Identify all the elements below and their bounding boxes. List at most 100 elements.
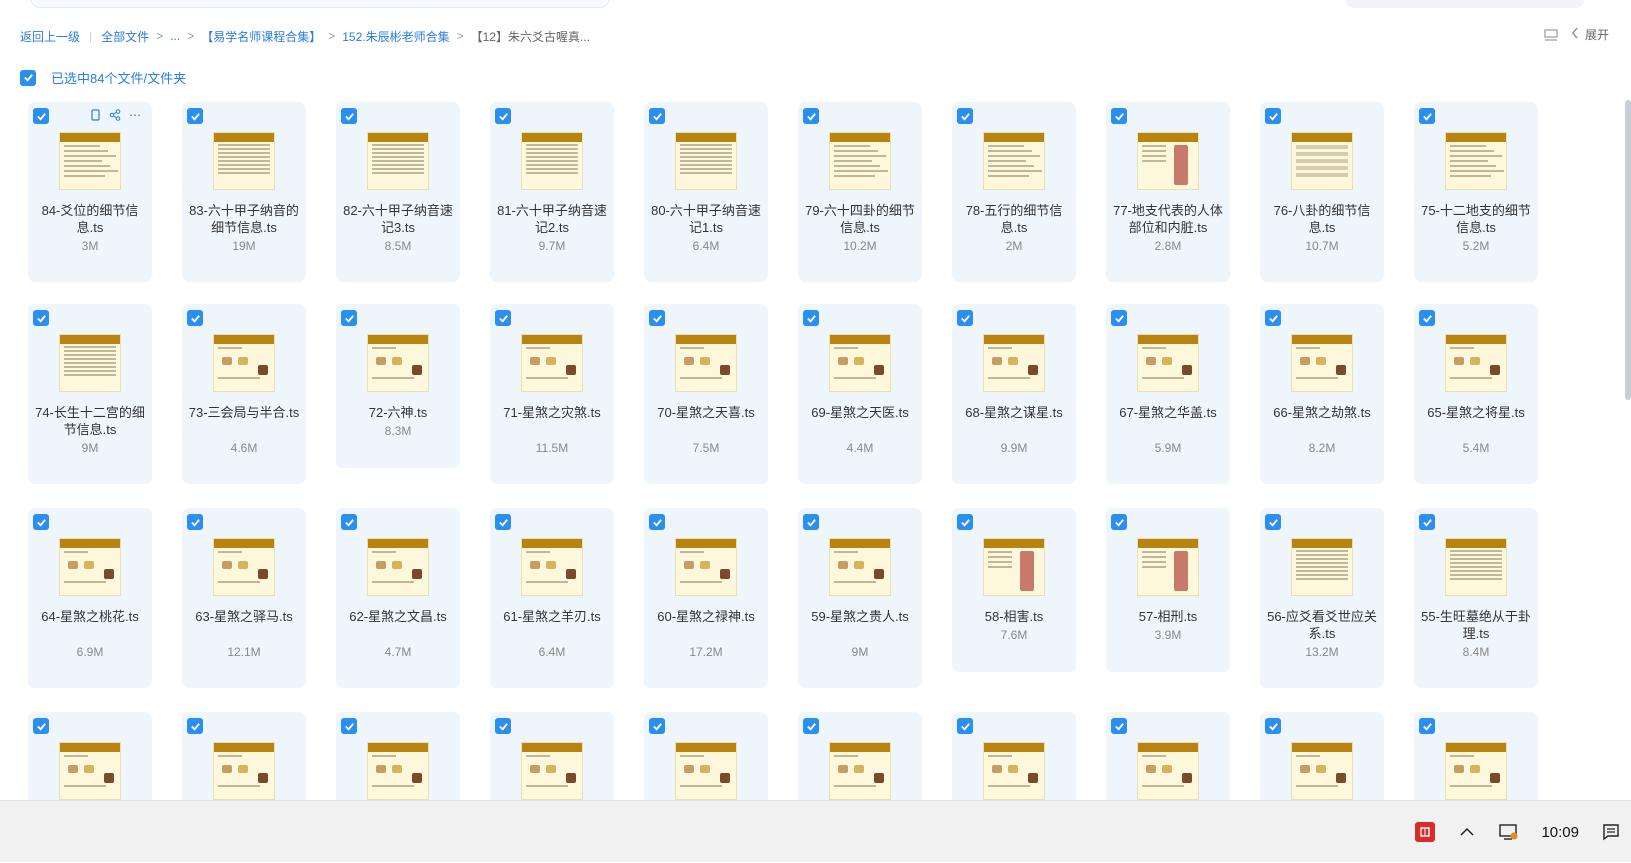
file-card[interactable]: 65-星煞之将星.ts 5.4M <box>1414 304 1538 484</box>
file-checkbox[interactable] <box>649 108 665 124</box>
file-checkbox[interactable] <box>803 310 819 326</box>
file-card[interactable]: 76-八卦的细节信息.ts 10.7M <box>1260 102 1384 282</box>
display-mode-icon[interactable] <box>1543 27 1559 43</box>
file-card[interactable]: 64-星煞之桃花.ts 6.9M <box>28 508 152 688</box>
file-card[interactable]: 67-星煞之华盖.ts 5.9M <box>1106 304 1230 484</box>
file-checkbox[interactable] <box>33 108 49 124</box>
file-card[interactable]: 79-六十四卦的细节信息.ts 10.2M <box>798 102 922 282</box>
file-card[interactable] <box>182 712 306 800</box>
file-checkbox[interactable] <box>1419 718 1435 734</box>
crumb-level2[interactable]: 152.朱辰彬老师合集 <box>342 28 449 45</box>
search-remnant[interactable] <box>1345 0 1585 8</box>
file-checkbox[interactable] <box>957 108 973 124</box>
file-card[interactable]: 70-星煞之天喜.ts 7.5M <box>644 304 768 484</box>
file-name[interactable]: 73-三会局与半合.ts <box>188 404 300 421</box>
file-card[interactable]: 59-星煞之贵人.ts 9M <box>798 508 922 688</box>
file-checkbox[interactable] <box>341 514 357 530</box>
expand-button[interactable]: 展开 <box>1571 26 1609 43</box>
file-checkbox[interactable] <box>495 514 511 530</box>
file-card[interactable] <box>798 712 922 800</box>
file-checkbox[interactable] <box>495 108 511 124</box>
file-checkbox[interactable] <box>33 310 49 326</box>
file-name[interactable]: 72-六神.ts <box>342 404 454 421</box>
taskbar-clock[interactable]: 10:09 <box>1541 824 1579 841</box>
file-name[interactable]: 59-星煞之贵人.ts <box>804 608 916 625</box>
file-name[interactable]: 77-地支代表的人体部位和内脏.ts <box>1112 202 1224 236</box>
file-name[interactable]: 66-星煞之劫煞.ts <box>1266 404 1378 421</box>
file-card[interactable]: 73-三会局与半合.ts 4.6M <box>182 304 306 484</box>
file-checkbox[interactable] <box>187 718 203 734</box>
file-name[interactable]: 81-六十甲子纳音速记2.ts <box>496 202 608 236</box>
file-name[interactable]: 71-星煞之灾煞.ts <box>496 404 608 421</box>
file-card[interactable] <box>1260 712 1384 800</box>
file-checkbox[interactable] <box>495 310 511 326</box>
file-name[interactable]: 80-六十甲子纳音速记1.ts <box>650 202 762 236</box>
file-checkbox[interactable] <box>1265 310 1281 326</box>
file-card[interactable] <box>1106 712 1230 800</box>
file-checkbox[interactable] <box>341 718 357 734</box>
file-name[interactable]: 78-五行的细节信息.ts <box>958 202 1070 236</box>
file-checkbox[interactable] <box>187 108 203 124</box>
file-name[interactable]: 58-相害.ts <box>958 608 1070 625</box>
file-name[interactable]: 83-六十甲子纳音的细节信息.ts <box>188 202 300 236</box>
file-name[interactable]: 79-六十四卦的细节信息.ts <box>804 202 916 236</box>
file-card[interactable]: 83-六十甲子纳音的细节信息.ts 19M <box>182 102 306 282</box>
file-card[interactable]: 66-星煞之劫煞.ts 8.2M <box>1260 304 1384 484</box>
file-name[interactable]: 57-相刑.ts <box>1112 608 1224 625</box>
file-name[interactable]: 75-十二地支的细节信息.ts <box>1420 202 1532 236</box>
file-card[interactable]: 71-星煞之灾煞.ts 11.5M <box>490 304 614 484</box>
file-name[interactable]: 84-爻位的细节信息.ts <box>34 202 146 236</box>
file-card[interactable] <box>490 712 614 800</box>
file-card[interactable]: 57-相刑.ts 3.9M <box>1106 508 1230 672</box>
file-checkbox[interactable] <box>803 514 819 530</box>
file-checkbox[interactable] <box>1265 514 1281 530</box>
file-checkbox[interactable] <box>1419 310 1435 326</box>
select-all-checkbox[interactable] <box>20 69 36 86</box>
file-checkbox[interactable] <box>957 310 973 326</box>
file-name[interactable]: 82-六十甲子纳音速记3.ts <box>342 202 454 236</box>
app-tray-icon[interactable] <box>1415 822 1436 842</box>
more-icon[interactable]: ⋯ <box>128 108 142 122</box>
file-name[interactable]: 62-星煞之文昌.ts <box>342 608 454 625</box>
file-name[interactable]: 63-星煞之驿马.ts <box>188 608 300 625</box>
file-checkbox[interactable] <box>1419 108 1435 124</box>
file-card[interactable]: 77-地支代表的人体部位和内脏.ts 2.8M <box>1106 102 1230 282</box>
file-checkbox[interactable] <box>649 718 665 734</box>
file-checkbox[interactable] <box>187 310 203 326</box>
file-card[interactable]: 80-六十甲子纳音速记1.ts 6.4M <box>644 102 768 282</box>
file-checkbox[interactable] <box>1111 310 1127 326</box>
crumb-all-files[interactable]: 全部文件 <box>101 28 149 45</box>
file-checkbox[interactable] <box>33 718 49 734</box>
file-card[interactable]: 55-生旺墓绝从于卦理.ts 8.4M <box>1414 508 1538 688</box>
file-name[interactable]: 74-长生十二宫的细节信息.ts <box>34 404 146 438</box>
file-name[interactable]: 64-星煞之桃花.ts <box>34 608 146 625</box>
file-card[interactable]: 74-长生十二宫的细节信息.ts 9M <box>28 304 152 484</box>
file-checkbox[interactable] <box>1419 514 1435 530</box>
file-name[interactable]: 76-八卦的细节信息.ts <box>1266 202 1378 236</box>
vertical-scrollbar[interactable] <box>1625 100 1631 400</box>
phone-icon[interactable] <box>88 108 102 122</box>
file-checkbox[interactable] <box>1265 108 1281 124</box>
file-card[interactable]: 56-应爻看爻世应关系.ts 13.2M <box>1260 508 1384 688</box>
chevron-up-icon[interactable] <box>1457 822 1477 842</box>
back-link[interactable]: 返回上一级 <box>20 28 80 45</box>
notification-icon[interactable] <box>1601 822 1621 842</box>
file-checkbox[interactable] <box>957 514 973 530</box>
file-card[interactable]: 72-六神.ts 8.3M <box>336 304 460 468</box>
share-icon[interactable] <box>108 108 122 122</box>
file-name[interactable]: 60-星煞之禄神.ts <box>650 608 762 625</box>
file-checkbox[interactable] <box>803 718 819 734</box>
file-card[interactable]: 61-星煞之羊刃.ts 6.4M <box>490 508 614 688</box>
file-card[interactable] <box>1414 712 1538 800</box>
file-name[interactable]: 55-生旺墓绝从于卦理.ts <box>1420 608 1532 642</box>
file-card[interactable]: 62-星煞之文昌.ts 4.7M <box>336 508 460 688</box>
file-checkbox[interactable] <box>649 514 665 530</box>
file-card[interactable]: 78-五行的细节信息.ts 2M <box>952 102 1076 282</box>
file-checkbox[interactable] <box>187 514 203 530</box>
file-checkbox[interactable] <box>1111 718 1127 734</box>
file-card[interactable]: 75-十二地支的细节信息.ts 5.2M <box>1414 102 1538 282</box>
network-icon[interactable] <box>1499 822 1519 842</box>
file-checkbox[interactable] <box>957 718 973 734</box>
file-card[interactable]: 63-星煞之驿马.ts 12.1M <box>182 508 306 688</box>
file-checkbox[interactable] <box>341 108 357 124</box>
